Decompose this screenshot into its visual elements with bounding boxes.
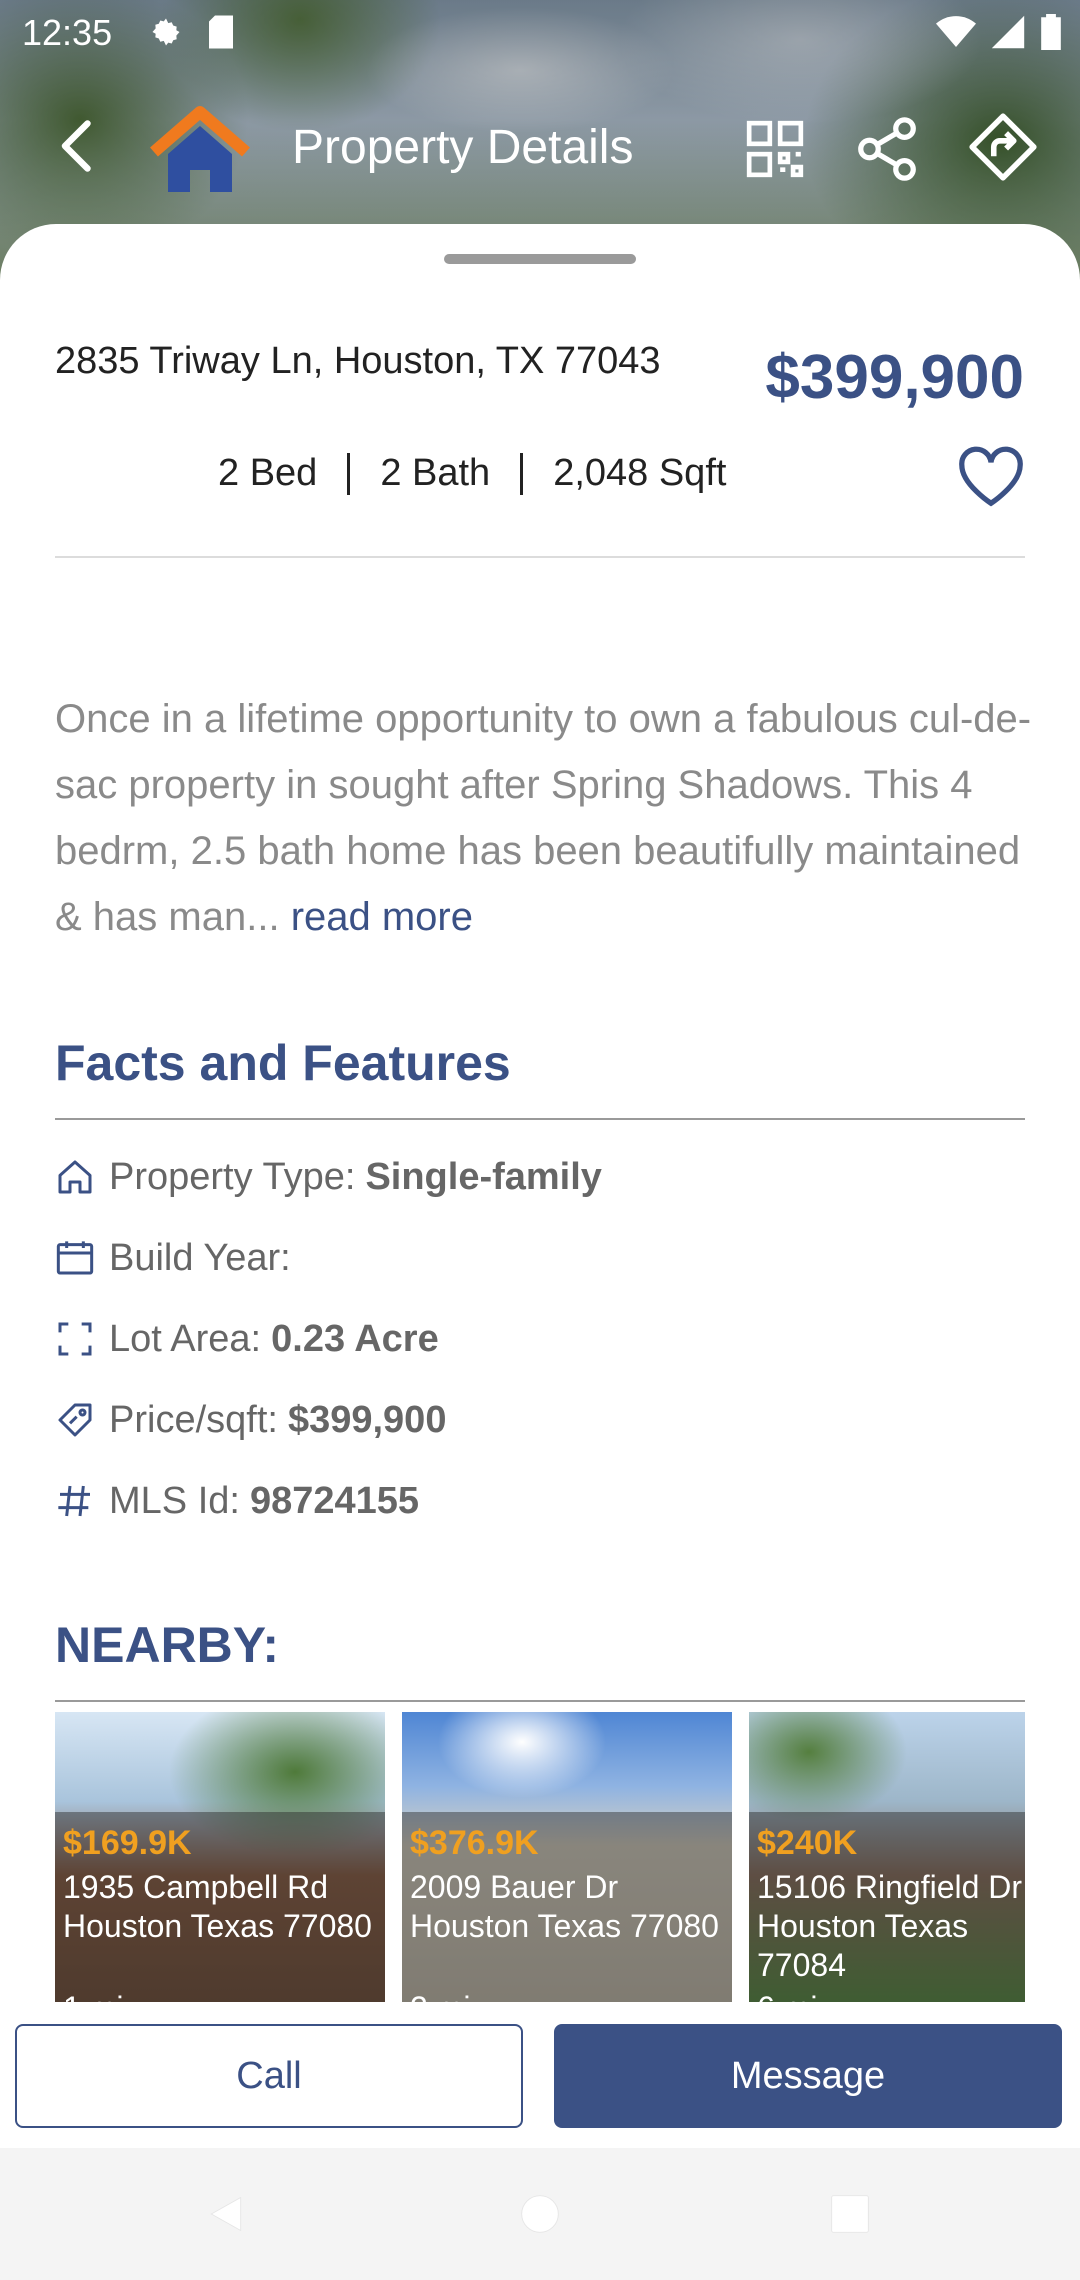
- nav-home-icon[interactable]: [518, 2192, 562, 2236]
- home-logo-icon: [150, 106, 250, 192]
- share-icon[interactable]: [852, 114, 922, 184]
- fact-label: Price/sqft:: [109, 1398, 278, 1441]
- action-bar: Call Message: [0, 2002, 1080, 2148]
- nearby-address: 15106 Ringfield Dr Houston Texas 77084: [757, 1869, 1023, 1983]
- nearby-card[interactable]: $240K 15106 Ringfield Dr Houston Texas 7…: [749, 1712, 1025, 2010]
- page-title: Property Details: [292, 121, 634, 174]
- stats-divider: [520, 452, 524, 495]
- nearby-price: $240K: [757, 1824, 858, 1862]
- baths-count: 2 Bath: [380, 452, 491, 494]
- drag-handle[interactable]: [444, 254, 636, 264]
- message-button[interactable]: Message: [554, 2024, 1062, 2128]
- hash-icon: [58, 1485, 90, 1517]
- fact-build-year: Build Year:: [55, 1233, 301, 1283]
- home-icon: [58, 1160, 92, 1194]
- nearby-address: 2009 Bauer Dr Houston Texas 77080: [410, 1869, 719, 1944]
- nav-back-icon[interactable]: [204, 2192, 248, 2236]
- fact-value: $399,900: [287, 1398, 447, 1441]
- fact-value: 98724155: [249, 1479, 420, 1522]
- details-sheet[interactable]: 2835 Triway Ln, Houston, TX 77043 $399,9…: [0, 224, 1080, 2144]
- nav-recents-icon[interactable]: [828, 2192, 872, 2236]
- fact-lot-area: Lot Area: 0.23 Acre: [55, 1314, 439, 1364]
- settings-icon: [152, 18, 180, 46]
- status-time: 12:35: [22, 12, 113, 53]
- listing-description: Once in a lifetime opportunity to own a …: [55, 686, 1035, 950]
- calendar-icon: [56, 1241, 94, 1275]
- fact-label: Build Year:: [109, 1236, 291, 1279]
- fact-label: Property Type:: [109, 1155, 356, 1198]
- listing-stats: 2 Bed 2 Bath 2,048 Sqft: [218, 452, 726, 495]
- facts-divider: [55, 1118, 1025, 1120]
- app-bar: Property Details: [0, 92, 1080, 202]
- nearby-title: NEARBY:: [55, 1617, 280, 1673]
- divider: [55, 556, 1025, 558]
- nearby-price: $376.9K: [410, 1824, 539, 1862]
- sd-card-icon: [209, 15, 233, 49]
- price-tag-icon: [58, 1403, 92, 1437]
- qr-code-icon[interactable]: [744, 118, 806, 180]
- nearby-address: 1935 Campbell Rd Houston Texas 77080: [63, 1869, 372, 1944]
- listing-price: $399,900: [765, 343, 1024, 412]
- fact-value: Single-family: [365, 1155, 602, 1198]
- nearby-divider: [55, 1700, 1025, 1702]
- signal-icon: [991, 15, 1025, 49]
- favorite-heart-icon[interactable]: [956, 444, 1026, 510]
- listing-address: 2835 Triway Ln, Houston, TX 77043: [55, 340, 661, 382]
- facts-title: Facts and Features: [55, 1035, 511, 1091]
- sqft-value: 2,048 Sqft: [553, 452, 727, 494]
- system-nav-bar: [0, 2148, 1080, 2280]
- fact-price-sqft: Price/sqft: $399,900: [55, 1395, 446, 1445]
- fact-value: 0.23 Acre: [271, 1317, 439, 1360]
- call-button[interactable]: Call: [15, 2024, 523, 2128]
- fact-label: Lot Area:: [109, 1317, 262, 1360]
- fact-property-type: Property Type: Single-family: [55, 1152, 602, 1202]
- nearby-carousel[interactable]: $169.9K 1935 Campbell Rd Houston Texas 7…: [55, 1712, 1025, 2010]
- read-more-link[interactable]: read more: [291, 895, 473, 939]
- wifi-icon: [936, 16, 976, 47]
- fact-mls-id: MLS Id: 98724155: [55, 1476, 419, 1526]
- description-text: Once in a lifetime opportunity to own a …: [55, 697, 1032, 939]
- nearby-card[interactable]: $169.9K 1935 Campbell Rd Houston Texas 7…: [55, 1712, 385, 2010]
- status-bar: 12:35: [0, 0, 1080, 64]
- back-arrow-icon[interactable]: [50, 116, 110, 176]
- fact-label: MLS Id:: [109, 1479, 240, 1522]
- nearby-card[interactable]: $376.9K 2009 Bauer Dr Houston Texas 7708…: [402, 1712, 732, 2010]
- directions-icon[interactable]: [966, 110, 1040, 184]
- stats-divider: [347, 452, 351, 495]
- battery-icon: [1041, 14, 1061, 50]
- beds-count: 2 Bed: [218, 452, 318, 494]
- area-icon: [58, 1322, 92, 1356]
- nearby-price: $169.9K: [63, 1824, 192, 1862]
